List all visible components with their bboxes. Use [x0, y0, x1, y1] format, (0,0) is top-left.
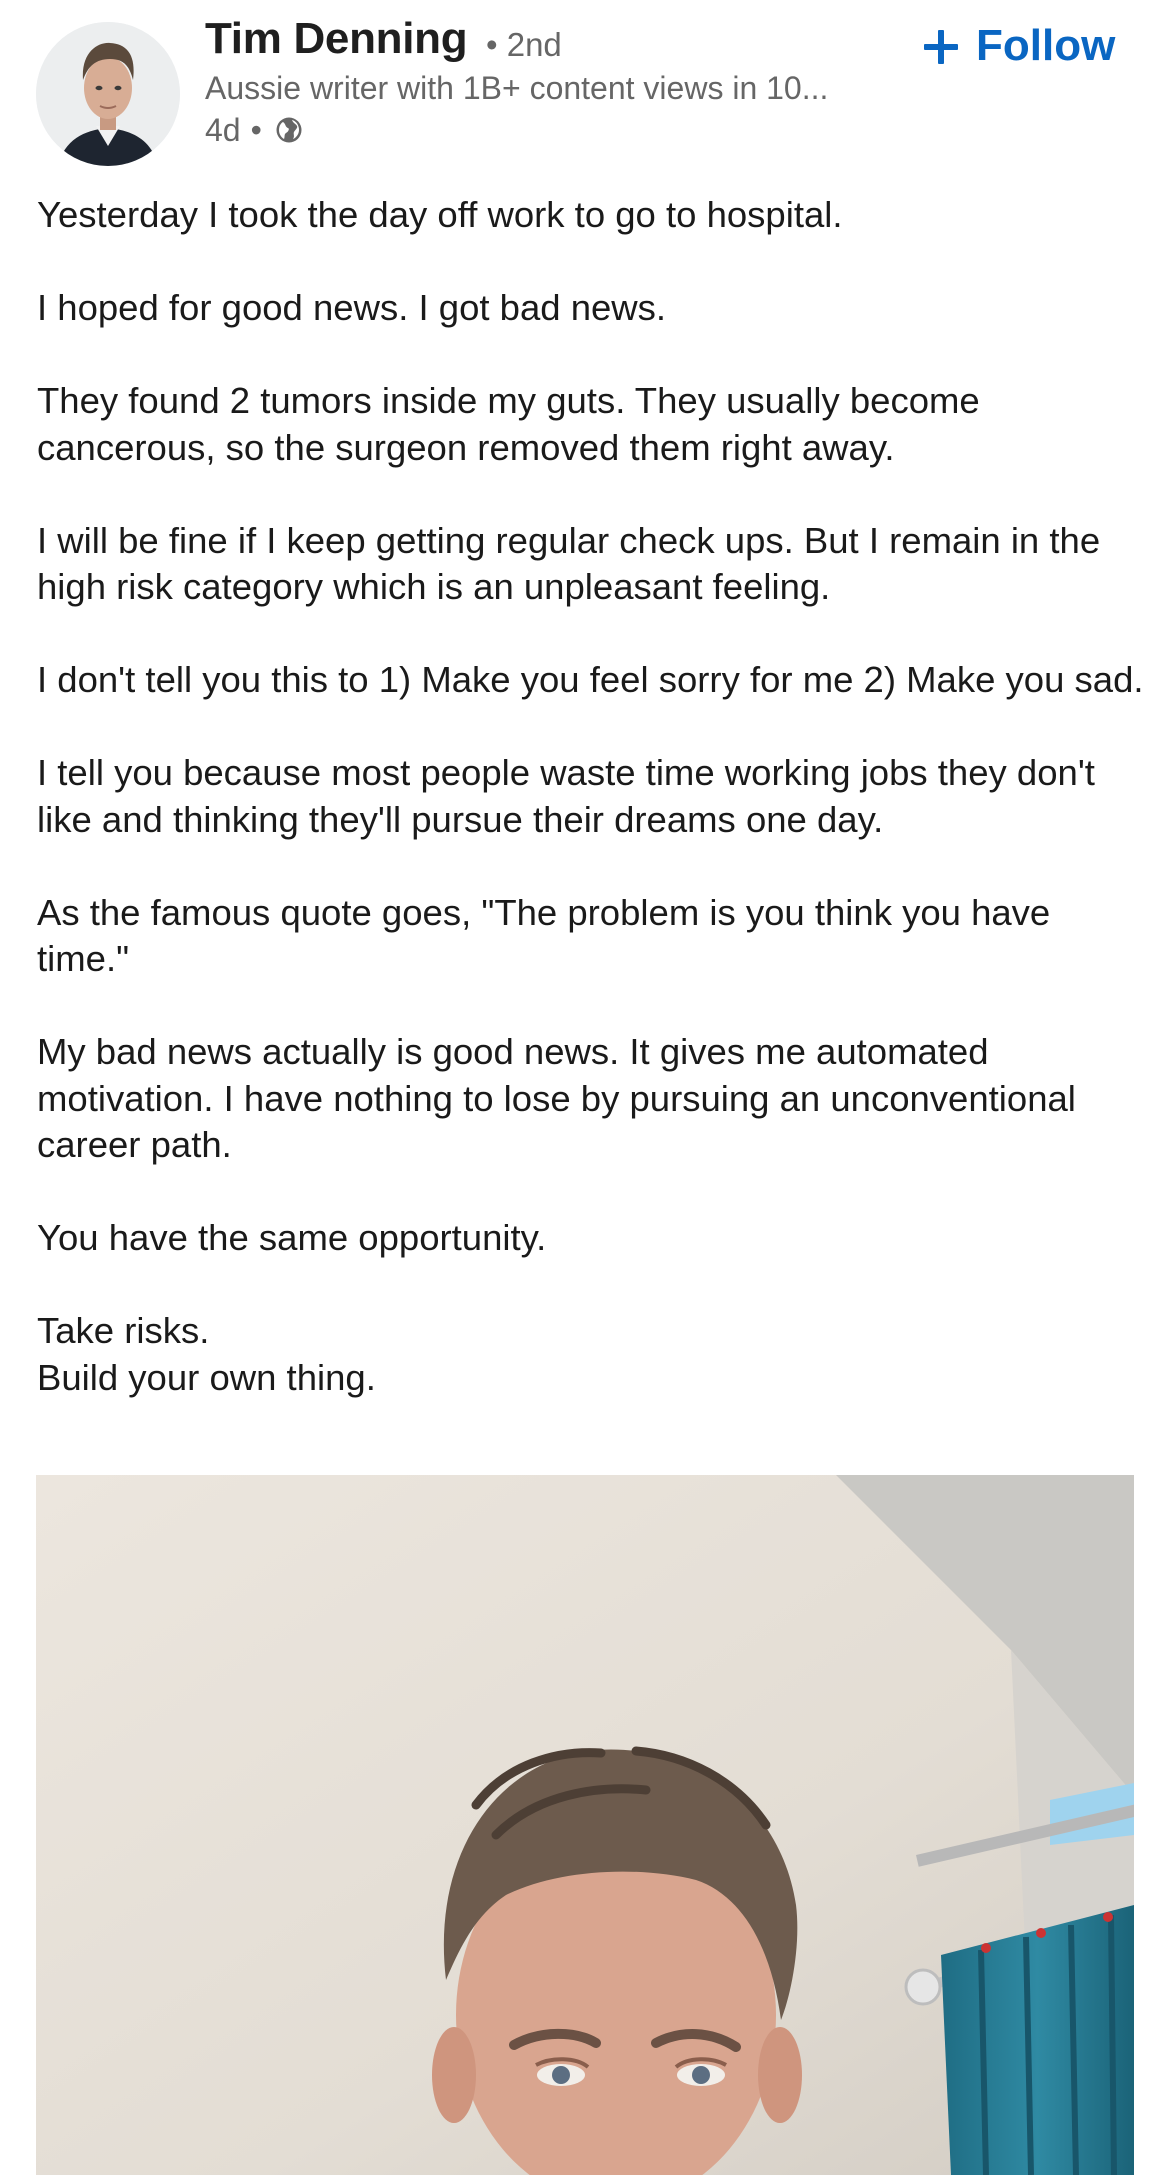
post-paragraph: I hoped for good news. I got bad news.	[37, 287, 667, 328]
selfie-photo	[36, 1475, 1134, 2175]
post-paragraph: I will be fine if I keep getting regular…	[37, 519, 1101, 608]
author-avatar[interactable]	[36, 22, 180, 166]
plus-icon	[922, 27, 960, 65]
post-paragraph: I don't tell you this to 1) Make you fee…	[37, 659, 1144, 700]
connection-degree: • 2nd	[486, 26, 562, 63]
follow-button[interactable]: Follow	[922, 18, 1115, 74]
meta-separator: •	[250, 111, 262, 148]
avatar-photo	[36, 22, 180, 166]
author-headline: Aussie writer with 1B+ content views in …	[205, 70, 829, 106]
post-paragraph: Take risks. Build your own thing.	[37, 1308, 1147, 1401]
post-image[interactable]	[36, 1475, 1134, 2175]
post-header: Tim Denning • 2nd Aussie writer with 1B+…	[0, 0, 1170, 170]
post-paragraph: They found 2 tumors inside my guts. They…	[37, 380, 980, 468]
post-age: 4d	[205, 111, 241, 148]
post-paragraph: My bad news actually is good news. It gi…	[37, 1031, 1076, 1165]
post-paragraph: As the famous quote goes, "The problem i…	[37, 891, 1051, 980]
author-name[interactable]: Tim Denning	[205, 14, 468, 64]
follow-label: Follow	[976, 21, 1116, 70]
post-line: Take risks.	[37, 1310, 210, 1351]
post-line: Build your own thing.	[37, 1356, 376, 1398]
post-meta: 4d •	[205, 110, 304, 150]
globe-icon	[274, 115, 304, 145]
post-paragraph: I tell you because most people waste tim…	[37, 752, 1095, 840]
post-paragraph: You have the same opportunity.	[37, 1217, 547, 1258]
post-paragraph: Yesterday I took the day off work to go …	[37, 194, 843, 235]
post-body: Yesterday I took the day off work to go …	[37, 192, 1147, 1401]
